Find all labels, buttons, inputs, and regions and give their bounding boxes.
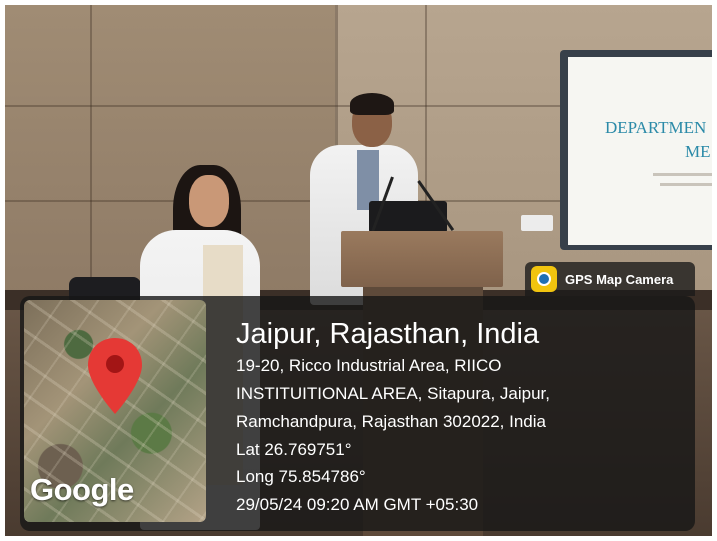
podium-top [341, 231, 503, 287]
address-line-1: 19-20, Ricco Industrial Area, RIICO [236, 356, 502, 375]
gps-app-name: GPS Map Camera [565, 271, 674, 287]
address-line-3: Ramchandpura, Rajasthan 302022, India [236, 412, 546, 431]
map-thumbnail: Google [24, 300, 206, 522]
wall-socket [521, 215, 553, 231]
longitude-text: Long 75.854786° [236, 467, 366, 486]
slide-title-line2: ME [685, 142, 711, 161]
location-title: Jaipur, Rajasthan, India [236, 318, 540, 350]
slide-subtext [660, 183, 712, 186]
slide-title-line1: DEPARTMEN [605, 118, 707, 137]
presenter-man-hair [350, 93, 394, 115]
map-pin-icon [88, 338, 142, 414]
wall-seam [90, 5, 92, 295]
gps-camera-badge: GPS Map Camera [525, 262, 695, 296]
google-logo: Google [30, 472, 134, 507]
presenter-woman-face [189, 175, 229, 227]
camera-lens-icon [531, 266, 557, 292]
slide-subtext [653, 173, 712, 176]
timestamp-text: 29/05/24 09:20 AM GMT +05:30 [236, 495, 479, 514]
latitude-text: Lat 26.769751° [236, 440, 352, 459]
address-line-2: INSTITUITIONAL AREA, Sitapura, Jaipur, [236, 384, 550, 403]
